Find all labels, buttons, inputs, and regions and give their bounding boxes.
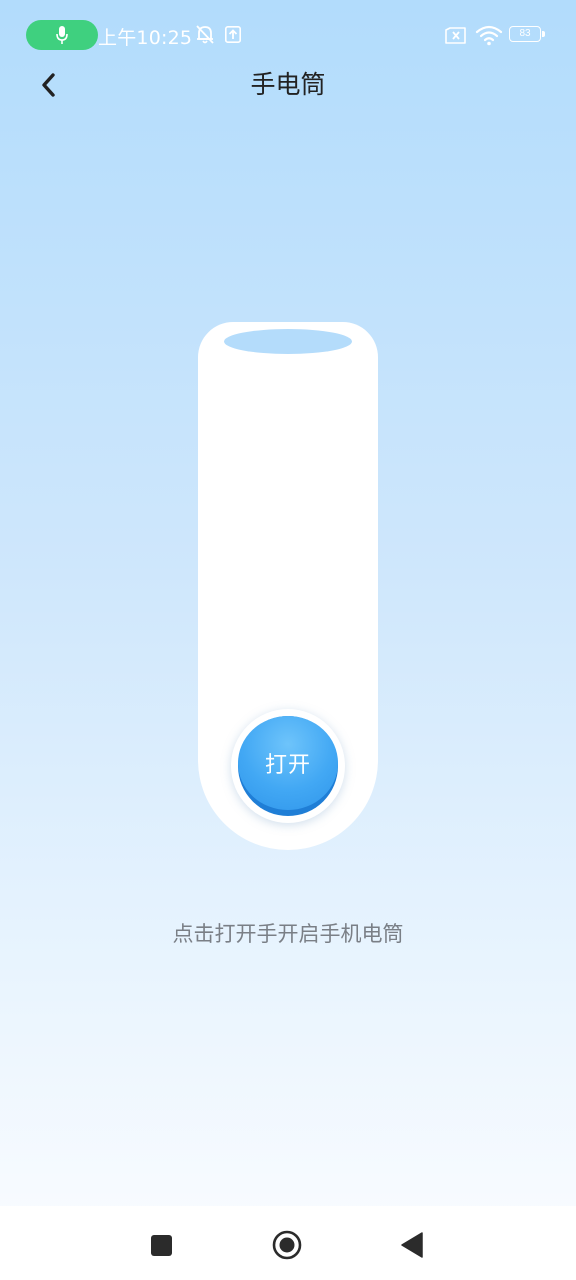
wifi-icon — [475, 25, 503, 46]
home-icon[interactable] — [272, 1230, 302, 1260]
status-bar: 上午10:25 83 — [0, 0, 576, 70]
page-title: 手电筒 — [250, 70, 326, 99]
status-time: 上午10:25 — [98, 27, 193, 49]
navigation-bar — [0, 1206, 576, 1280]
upload-icon — [225, 26, 241, 43]
mic-indicator[interactable] — [26, 20, 98, 50]
switch-label: 打开 — [264, 753, 311, 778]
flashlight-body: 打开 — [198, 322, 378, 850]
flashlight-toggle-button[interactable]: 打开 — [238, 716, 338, 816]
mute-icon — [196, 25, 214, 44]
switch-face: 打开 — [238, 716, 338, 810]
flashlight-lens — [224, 329, 352, 354]
battery-icon: 83 — [509, 26, 541, 42]
mic-icon — [56, 26, 68, 44]
sim-x-icon — [445, 27, 466, 44]
battery-level: 83 — [519, 28, 531, 39]
recents-icon[interactable] — [151, 1235, 172, 1256]
hint-text: 点击打开手开启手机电筒 — [172, 922, 404, 946]
back-triangle-icon[interactable] — [400, 1232, 426, 1258]
battery-tip — [542, 31, 545, 37]
